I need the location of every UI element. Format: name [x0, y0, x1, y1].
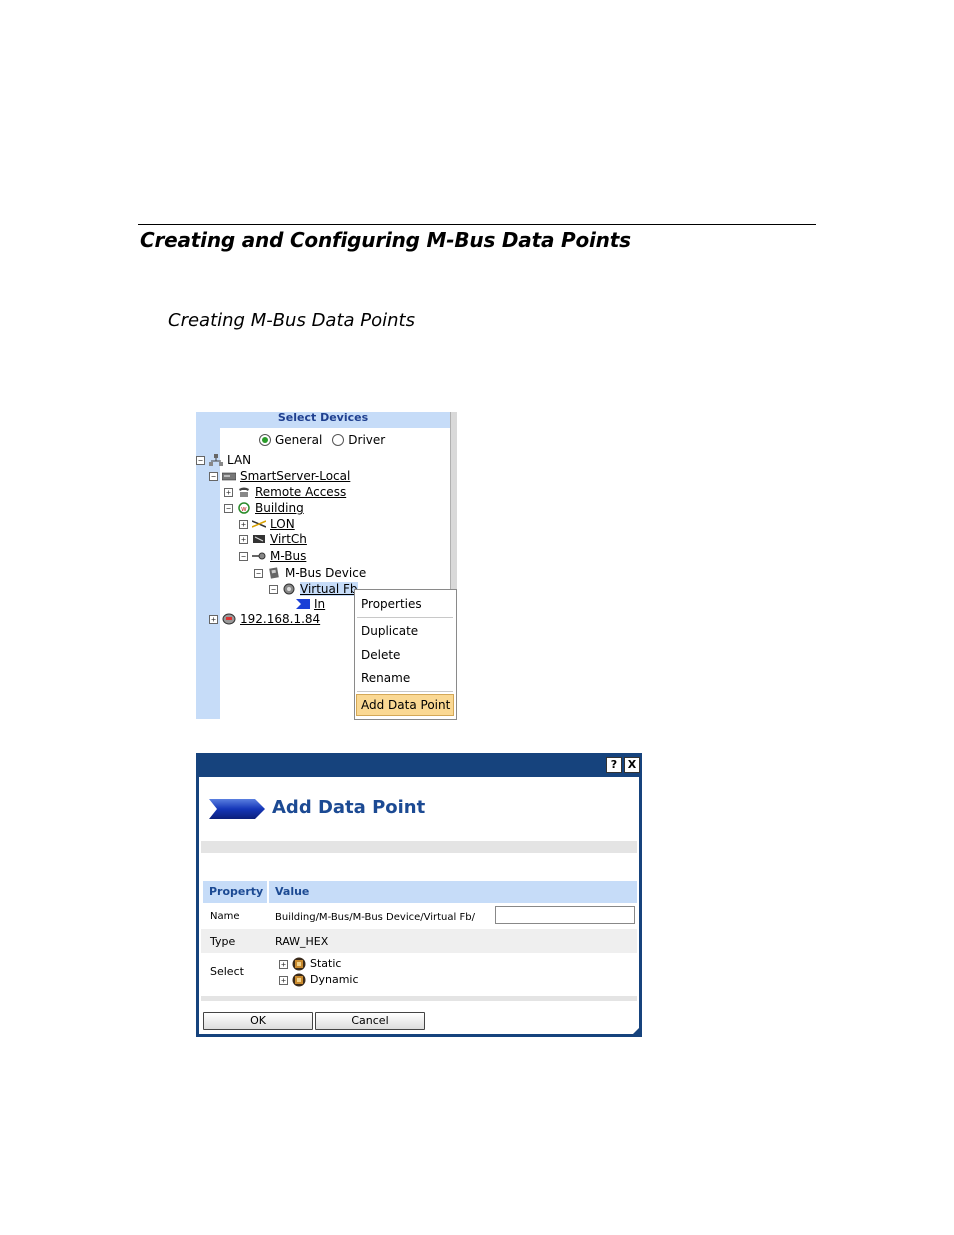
- column-header-value: Value: [269, 881, 637, 903]
- section-rule: [138, 224, 816, 225]
- server-icon: [222, 472, 236, 481]
- arrow-banner-icon: [209, 799, 265, 819]
- tree-node-smartserver[interactable]: − SmartServer-Local: [209, 469, 350, 483]
- tree-node-mbus[interactable]: − M-Bus: [239, 549, 306, 563]
- type-row-bg: [201, 929, 637, 953]
- context-menu: Properties Duplicate Delete Rename Add D…: [354, 589, 457, 720]
- column-header-property: Property: [203, 881, 267, 903]
- dialog-divider: [201, 841, 637, 853]
- mbus-channel-icon: [252, 552, 266, 560]
- collapse-icon[interactable]: −: [209, 471, 218, 481]
- tree-label-lon: LON: [270, 517, 295, 531]
- type-library-icon: [292, 973, 306, 987]
- dialog-title: Add Data Point: [272, 797, 426, 818]
- tree-label-virtual-fb: Virtual Fb: [300, 582, 358, 596]
- menu-item-properties[interactable]: Properties: [361, 597, 422, 611]
- resize-grip-icon[interactable]: [632, 1027, 640, 1035]
- select-dynamic-label: Dynamic: [310, 973, 359, 986]
- remote-server-icon: [222, 613, 236, 625]
- menu-item-delete[interactable]: Delete: [361, 648, 400, 662]
- name-path-value: Building/M-Bus/M-Bus Device/Virtual Fb/: [275, 912, 475, 923]
- tree-node-in[interactable]: In: [296, 597, 325, 611]
- subsection-heading: Creating M-Bus Data Points: [168, 310, 415, 331]
- menu-separator: [357, 691, 453, 692]
- collapse-icon[interactable]: −: [196, 455, 205, 465]
- collapse-icon[interactable]: −: [269, 584, 278, 594]
- device-icon: [269, 567, 279, 579]
- select-tree-dynamic[interactable]: + Dynamic: [279, 973, 359, 987]
- tree-node-mbus-device[interactable]: − M-Bus Device: [254, 566, 366, 580]
- cancel-button[interactable]: Cancel: [315, 1012, 425, 1030]
- panel-scrollbar[interactable]: [450, 412, 457, 589]
- menu-item-duplicate[interactable]: Duplicate: [361, 624, 418, 638]
- tree-label-mbus: M-Bus: [270, 549, 307, 563]
- tree-label-lan: LAN: [227, 453, 252, 467]
- close-icon[interactable]: X: [624, 757, 640, 773]
- select-static-label: Static: [310, 957, 342, 970]
- expand-icon[interactable]: +: [239, 519, 248, 529]
- virtual-channel-icon: [253, 535, 265, 543]
- building-icon: w: [238, 502, 250, 514]
- menu-separator: [357, 617, 453, 618]
- collapse-icon[interactable]: −: [224, 503, 233, 513]
- tree-label-building: Building: [255, 501, 304, 515]
- tree-label-smartserver: SmartServer-Local: [240, 469, 351, 483]
- collapse-icon[interactable]: −: [254, 568, 263, 578]
- view-mode-radios: General Driver: [259, 433, 385, 447]
- row-label-type: Type: [210, 935, 236, 948]
- expand-icon[interactable]: +: [224, 487, 233, 497]
- phone-icon: [239, 487, 249, 497]
- tree-label-virtch: VirtCh: [270, 532, 307, 546]
- tree-node-virtch[interactable]: + VirtCh: [239, 532, 307, 546]
- tree-label-remote-access: Remote Access: [255, 485, 347, 499]
- collapse-icon[interactable]: −: [239, 551, 248, 561]
- lon-channel-icon: [252, 520, 266, 528]
- svg-text:w: w: [241, 505, 247, 513]
- input-datapoint-icon: [296, 599, 310, 609]
- name-input[interactable]: [495, 906, 635, 924]
- dialog-body: Add Data Point Property Value Name Build…: [199, 777, 639, 1034]
- select-devices-header: Select Devices: [196, 412, 450, 428]
- tree-node-ip[interactable]: + 192.168.1.84: [209, 612, 320, 626]
- menu-item-add-data-point[interactable]: Add Data Point: [361, 698, 450, 712]
- type-value: RAW_HEX: [275, 935, 329, 948]
- row-label-name: Name: [210, 911, 240, 922]
- tree-node-building[interactable]: − w Building: [224, 501, 304, 515]
- functional-block-icon: [283, 583, 295, 595]
- help-icon[interactable]: ?: [606, 757, 622, 773]
- dialog-footer-divider: [201, 996, 637, 1001]
- network-icon: [209, 454, 223, 466]
- expand-icon[interactable]: +: [239, 534, 248, 544]
- tree-label-ip: 192.168.1.84: [240, 612, 321, 626]
- row-label-select: Select: [210, 965, 244, 978]
- tree-node-virtual-fb[interactable]: − Virtual Fb: [269, 582, 358, 596]
- expand-icon[interactable]: +: [279, 959, 288, 969]
- select-tree-static[interactable]: + Static: [279, 957, 341, 971]
- tree-node-lan[interactable]: − LAN: [196, 453, 251, 467]
- expand-icon[interactable]: +: [209, 614, 218, 624]
- section-heading: Creating and Configuring M-Bus Data Poin…: [140, 228, 631, 252]
- tree-label-mbus-device: M-Bus Device: [285, 566, 367, 580]
- radio-driver[interactable]: [332, 434, 345, 446]
- tree-label-in: In: [314, 597, 326, 611]
- radio-driver-label: Driver: [348, 433, 386, 447]
- tree-node-remote-access[interactable]: + Remote Access: [224, 485, 346, 499]
- type-library-icon: [292, 957, 306, 971]
- ok-button[interactable]: OK: [203, 1012, 313, 1030]
- menu-item-rename[interactable]: Rename: [361, 671, 410, 685]
- expand-icon[interactable]: +: [279, 975, 288, 985]
- radio-general-label: General: [275, 433, 323, 447]
- radio-general[interactable]: [259, 434, 271, 446]
- tree-node-lon[interactable]: + LON: [239, 517, 295, 531]
- add-data-point-dialog: ? X Add Data Point Property Value Name B…: [196, 753, 642, 1037]
